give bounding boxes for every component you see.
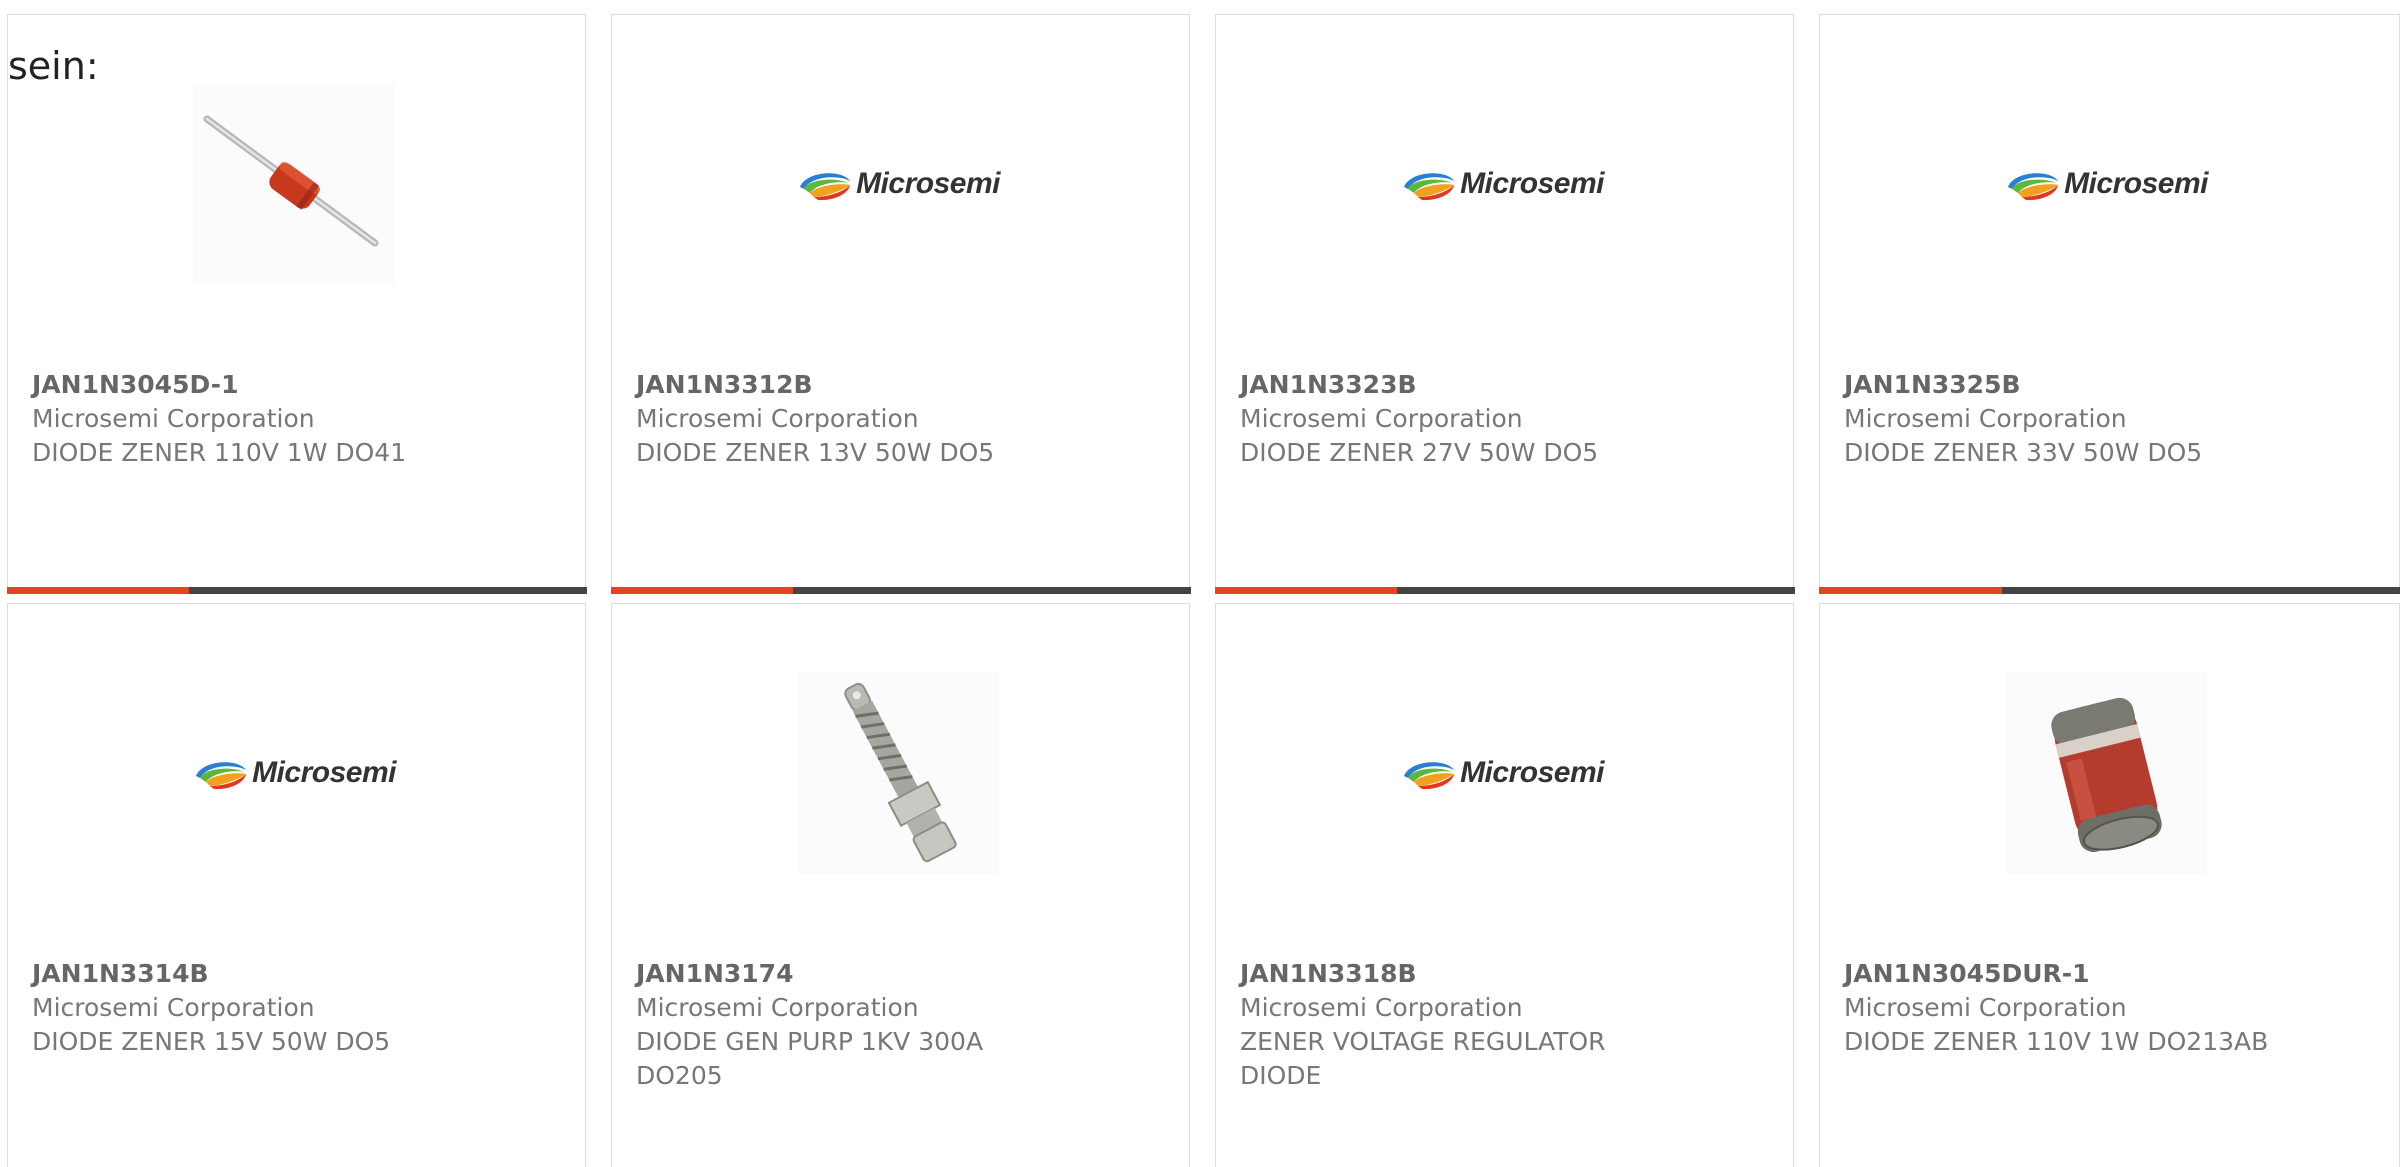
part-number-link[interactable]: JAN1N3045D-1 bbox=[32, 368, 552, 402]
microsemi-logo-text: Microsemi bbox=[856, 167, 1000, 200]
product-description: DIODE ZENER 33V 50W DO5 bbox=[1844, 438, 2203, 467]
manufacturer-name: Microsemi Corporation bbox=[1844, 993, 2127, 1022]
melf-diode-icon bbox=[2005, 672, 2207, 874]
microsemi-swirl-icon bbox=[800, 173, 851, 201]
manufacturer-name: Microsemi Corporation bbox=[1844, 404, 2127, 433]
part-number-link[interactable]: JAN1N3325B bbox=[1844, 368, 2364, 402]
part-number-link[interactable]: JAN1N3312B bbox=[636, 368, 1156, 402]
part-number-link[interactable]: JAN1N3323B bbox=[1240, 368, 1760, 402]
manufacturer-name: Microsemi Corporation bbox=[1240, 404, 1523, 433]
product-card[interactable]: JAN1N3045DUR-1 Microsemi Corporation DIO… bbox=[1819, 603, 2400, 1167]
product-card[interactable]: Microsemi JAN1N3318B Microsemi Corporati… bbox=[1215, 603, 1794, 1167]
product-card[interactable]: Microsemi JAN1N3325B Microsemi Corporati… bbox=[1818, 14, 2400, 594]
microsemi-logo-text: Microsemi bbox=[252, 756, 396, 789]
manufacturer-name: Microsemi Corporation bbox=[1240, 993, 1523, 1022]
manufacturer-name: Microsemi Corporation bbox=[636, 404, 919, 433]
microsemi-logo: Microsemi bbox=[797, 83, 1000, 285]
manufacturer-name: Microsemi Corporation bbox=[32, 404, 315, 433]
part-number-link[interactable]: JAN1N3318B bbox=[1240, 957, 1760, 991]
product-description: DIODE ZENER 13V 50W DO5 bbox=[636, 438, 995, 467]
product-description: ZENER VOLTAGE REGULATOR DIODE bbox=[1240, 1027, 1606, 1090]
product-card[interactable]: JAN1N3174 Microsemi Corporation DIODE GE… bbox=[611, 603, 1190, 1167]
product-card[interactable]: Microsemi JAN1N3323B Microsemi Corporati… bbox=[1214, 14, 1795, 594]
product-description: DIODE ZENER 15V 50W DO5 bbox=[32, 1027, 391, 1056]
microsemi-logo: Microsemi bbox=[1401, 672, 1604, 874]
product-card[interactable]: JAN1N3045D-1 Microsemi Corporation DIODE… bbox=[6, 14, 587, 594]
card-bottom-bar bbox=[610, 587, 1191, 594]
card-accent-bar bbox=[1214, 587, 1398, 594]
part-number-link[interactable]: JAN1N3045DUR-1 bbox=[1844, 957, 2364, 991]
stud-diode-icon bbox=[797, 672, 999, 874]
card-bottom-bar bbox=[1214, 587, 1795, 594]
manufacturer-name: Microsemi Corporation bbox=[636, 993, 919, 1022]
part-number-link[interactable]: JAN1N3314B bbox=[32, 957, 552, 991]
product-card[interactable]: Microsemi JAN1N3314B Microsemi Corporati… bbox=[7, 603, 586, 1167]
card-bottom-bar bbox=[6, 587, 587, 594]
microsemi-logo-text: Microsemi bbox=[2064, 167, 2208, 200]
card-bottom-bar bbox=[1818, 587, 2400, 594]
product-description: DIODE ZENER 27V 50W DO5 bbox=[1240, 438, 1599, 467]
microsemi-swirl-icon bbox=[1404, 173, 1455, 201]
microsemi-swirl-icon bbox=[196, 762, 247, 790]
part-number-link[interactable]: JAN1N3174 bbox=[636, 957, 1156, 991]
product-grid: JAN1N3045D-1 Microsemi Corporation DIODE… bbox=[0, 0, 2400, 1167]
card-accent-bar bbox=[6, 587, 190, 594]
product-description: DIODE GEN PURP 1KV 300A DO205 bbox=[636, 1027, 984, 1090]
microsemi-logo: Microsemi bbox=[193, 672, 396, 874]
card-accent-bar bbox=[1818, 587, 2002, 594]
product-description: DIODE ZENER 110V 1W DO213AB bbox=[1844, 1027, 2269, 1056]
microsemi-logo-text: Microsemi bbox=[1460, 756, 1604, 789]
product-description: DIODE ZENER 110V 1W DO41 bbox=[32, 438, 407, 467]
card-accent-bar bbox=[610, 587, 794, 594]
microsemi-logo: Microsemi bbox=[2005, 83, 2208, 285]
manufacturer-name: Microsemi Corporation bbox=[32, 993, 315, 1022]
microsemi-logo: Microsemi bbox=[1401, 83, 1604, 285]
microsemi-logo-text: Microsemi bbox=[1460, 167, 1604, 200]
microsemi-swirl-icon bbox=[1404, 762, 1455, 790]
intro-text: sein: bbox=[8, 44, 99, 88]
axial-diode-icon bbox=[193, 83, 395, 285]
microsemi-swirl-icon bbox=[2008, 173, 2059, 201]
product-card[interactable]: Microsemi JAN1N3312B Microsemi Corporati… bbox=[610, 14, 1191, 594]
